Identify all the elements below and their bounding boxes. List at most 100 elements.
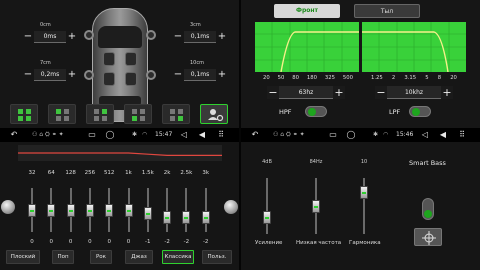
eq-slider-knob[interactable] [182,210,191,224]
crossover-panel: Фронт Тыл 20 50 80 180 325 500 1.25 2 3.… [241,0,480,128]
lpf-tick: 8 [437,75,442,81]
clock: 15:47 [155,131,173,138]
seat-front-right [125,52,137,66]
listening-position-front-left-button[interactable] [48,104,76,124]
toggle-knob [424,210,432,218]
eq-value-label: 0 [107,239,111,245]
balance-knob-right[interactable] [224,200,238,214]
harmonic-slider-knob[interactable] [360,185,368,199]
eq-slider-knob[interactable] [124,203,133,217]
preset-custom-button[interactable]: Польз. [202,250,232,264]
eq-slider-knob[interactable] [47,203,56,217]
volume-up-icon[interactable]: ◀ [196,130,208,140]
hpf-toggle[interactable] [305,106,327,117]
volume-down-icon[interactable]: ◁ [178,130,190,140]
car-windshield [98,26,142,48]
channel-label-fl: 0cm [40,22,51,28]
gain-value: 4dB [262,159,272,165]
eq-slider-knob[interactable] [66,203,75,217]
plus-button[interactable]: + [66,31,78,43]
listening-position-front-right-button[interactable] [86,104,114,124]
eq-frequency-label: 3k [202,170,210,176]
person-settings-icon [208,109,224,122]
listening-position-rear-left-button[interactable] [124,104,152,124]
volume-down-icon[interactable]: ◁ [419,130,431,140]
lpf-label: LPF [389,108,401,116]
seat-grid-icon [94,109,108,121]
equalizer-panel: Плоский Поп Рок Джаз Классика Польз. 32 0… [0,142,239,270]
preset-jazz-button[interactable]: Джаз [125,250,153,264]
volume-up-icon[interactable]: ◀ [437,130,449,140]
eq-slider-knob[interactable] [163,210,172,224]
tab-front[interactable]: Фронт [274,4,340,18]
recent-apps-icon[interactable]: ▭ [86,130,98,140]
hpf-stepper: − 63hz + [267,86,345,99]
eq-value-label: 0 [126,239,131,245]
preset-flat-button[interactable]: Плоский [6,250,40,264]
plus-button[interactable]: + [441,87,453,99]
listening-position-custom-button[interactable] [200,104,228,124]
lpf-tick: 3.15 [404,75,417,81]
hpf-tick: 325 [324,75,335,81]
back-icon[interactable]: ↶ [249,130,261,140]
minus-button[interactable]: − [172,69,184,81]
harmonic-label: Гармоника [349,240,381,246]
home-icon[interactable]: ◯ [345,130,357,140]
listening-position-all-button[interactable] [10,104,38,124]
toggle-knob [308,108,316,116]
tab-rear[interactable]: Тыл [354,4,420,18]
system-navigation-bar: ↶ ⚇ ⌂ ⛭ ⚭ ✦ ▭ ◯ ✱ ◠ 15:47 ◁ ◀ ⠿ [0,128,239,142]
lpf-toggle[interactable] [409,106,431,117]
home-icon[interactable]: ◯ [104,130,116,140]
eq-slider-knob[interactable] [105,203,114,217]
minus-button[interactable]: − [22,69,34,81]
eq-frequency-label: 64 [47,170,55,176]
speaker-front-left-icon [84,30,94,40]
eq-slider-knob[interactable] [143,207,152,221]
apps-grid-icon[interactable]: ⠿ [215,130,227,140]
eq-slider-knob[interactable] [201,210,210,224]
eq-slider-knob[interactable] [28,203,36,217]
balance-knob-left[interactable] [1,200,15,214]
lpf-tick: 5 [425,75,429,81]
minus-button[interactable]: − [172,31,184,43]
gain-slider-knob[interactable] [263,210,271,224]
preset-classic-button[interactable]: Классика [162,250,194,264]
plus-button[interactable]: + [333,87,345,99]
time-alignment-panel: 0cm − 0ms + 3cm − 0,1ms + 7cm − 0,2ms + … [0,0,239,128]
eq-frequency-label: 2k [163,170,171,176]
gain-slider-track[interactable] [266,178,268,234]
delay-value-fl: 0ms [34,31,66,43]
hpf-tick: 180 [306,75,317,81]
eq-frequency-label: 512 [103,170,115,176]
eq-value-label: -1 [145,239,151,245]
back-icon[interactable]: ↶ [8,130,20,140]
seat-grid-icon [18,109,32,121]
eq-value-label: -2 [164,239,170,245]
minus-button[interactable]: − [375,87,387,99]
channel-label-rl: 7cm [40,60,51,66]
hpf-tick: 500 [342,75,353,81]
plus-button[interactable]: + [66,69,78,81]
plus-button[interactable]: + [216,31,228,43]
apps-grid-icon[interactable]: ⠿ [456,130,468,140]
listening-target-button[interactable] [414,228,442,246]
smart-bass-toggle[interactable] [422,198,434,220]
eq-value-label: -2 [202,239,209,245]
eq-value-label: 0 [49,239,54,245]
eq-value-label: 0 [68,239,73,245]
seat-grid-icon [170,109,184,121]
listening-position-rear-right-button[interactable] [162,104,190,124]
minus-button[interactable]: − [267,87,279,99]
plus-button[interactable]: + [216,69,228,81]
preset-pop-button[interactable]: Поп [52,250,74,264]
minus-button[interactable]: − [22,31,34,43]
eq-slider-knob[interactable] [85,203,94,217]
low-frequency-slider-knob[interactable] [312,199,320,213]
preset-rock-button[interactable]: Рок [90,250,112,264]
hpf-tick: 20 [263,75,270,81]
status-tray-icons: ⚇ ⌂ ⛭ ⚭ ✦ [273,131,305,138]
system-navigation-bar: ↶ ⚇ ⌂ ⛭ ⚭ ✦ ▭ ◯ ✱ ◠ 15:46 ◁ ◀ ⠿ [241,128,480,142]
delay-stepper-rl: − 0,2ms + [22,69,78,81]
recent-apps-icon[interactable]: ▭ [327,130,339,140]
